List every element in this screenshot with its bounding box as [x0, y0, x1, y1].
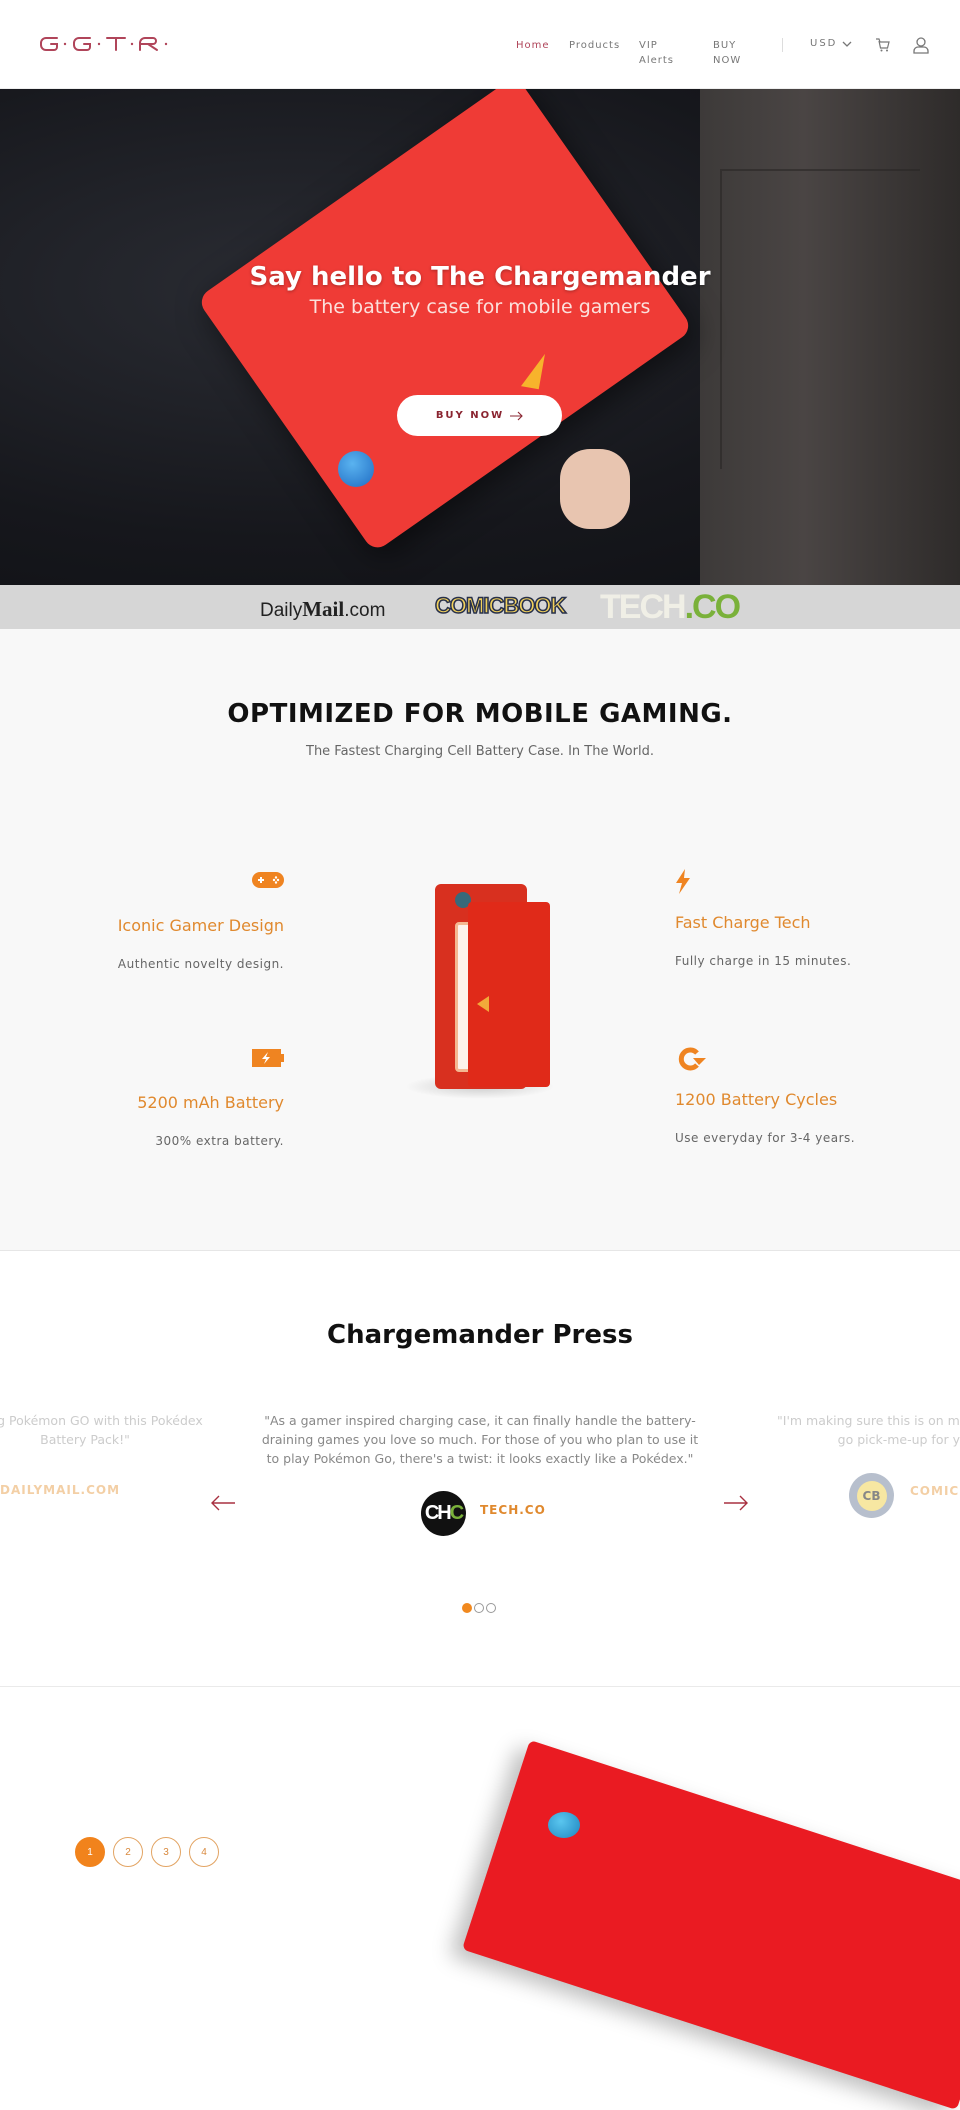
- nav-vip-alerts[interactable]: VIP Alerts: [639, 38, 679, 68]
- feature-title: 1200 Battery Cycles: [675, 1090, 838, 1109]
- carousel-dot-2[interactable]: [474, 1603, 484, 1613]
- dailymail-logo-part1: Daily: [260, 600, 303, 621]
- feature-description: Use everyday for 3-4 years.: [675, 1131, 856, 1145]
- gallery-page-4[interactable]: 4: [189, 1837, 219, 1867]
- carousel-dots: [462, 1603, 496, 1613]
- ggtr-logo[interactable]: [40, 32, 175, 56]
- comicbook-badge-text: CB: [856, 1480, 887, 1511]
- feature-battery-cycles: 1200 Battery Cycles Use everyday for 3-4…: [675, 1046, 915, 1145]
- nav-products[interactable]: Products: [569, 38, 620, 53]
- hero-buy-now-button[interactable]: BUY NOW: [397, 395, 562, 436]
- feature-title: Iconic Gamer Design: [117, 916, 284, 935]
- quote-line: "I'm making sure this is on me at all ti: [777, 1413, 960, 1428]
- quote-line: Battery Pack!": [40, 1432, 130, 1447]
- feature-description: Authentic novelty design.: [117, 957, 284, 971]
- feature-description: 300% extra battery.: [155, 1134, 284, 1148]
- comicbook-logo[interactable]: COMICBOOK: [434, 592, 567, 619]
- arrow-right-icon: [510, 411, 523, 420]
- site-header: Home Products VIP Alerts BUY NOW USD: [0, 0, 960, 89]
- gallery-page-1[interactable]: 1: [75, 1837, 105, 1867]
- techco-logo-part2: .CO: [684, 588, 741, 626]
- techco-badge: CH C: [421, 1491, 466, 1536]
- comicbook-badge: CB: [849, 1473, 894, 1518]
- product-image: [435, 884, 550, 1089]
- chevron-down-icon[interactable]: [842, 40, 852, 48]
- quote-line: laying Pokémon GO with this Pokédex: [0, 1413, 203, 1428]
- refresh-icon: [678, 1047, 706, 1071]
- arrow-left-icon[interactable]: [210, 1494, 236, 1512]
- hero-buy-now-label: BUY NOW: [435, 410, 505, 421]
- features-section: OPTIMIZED FOR MOBILE GAMING. The Fastest…: [0, 629, 960, 1251]
- quote-line: draining games you love so much. For tho…: [261, 1432, 699, 1447]
- dailymail-logo-part3: .com: [344, 600, 386, 621]
- lightning-icon: [676, 869, 690, 894]
- feature-battery: 5200 mAh Battery 300% extra battery.: [44, 1049, 284, 1148]
- quote-line: "As a gamer inspired charging case, it c…: [264, 1413, 696, 1428]
- quote-line: go pick-me-up for y: [837, 1432, 960, 1447]
- user-icon[interactable]: [913, 36, 929, 54]
- arrow-right-icon[interactable]: [723, 1494, 749, 1512]
- press-quote-next: "I'm making sure this is on me at all ti…: [735, 1411, 960, 1449]
- cart-icon[interactable]: [875, 37, 891, 53]
- nav-divider: [782, 38, 783, 52]
- gallery-product-image: [462, 1740, 960, 2110]
- hero-coat-pocket: [720, 169, 920, 469]
- press-quote-prev: laying Pokémon GO with this Pokédex Batt…: [0, 1411, 230, 1449]
- press-source-techco[interactable]: TECH.CO: [480, 1503, 546, 1517]
- feature-title: Fast Charge Tech: [675, 913, 811, 932]
- feature-description: Fully charge in 15 minutes.: [675, 954, 852, 968]
- press-source-dailymail[interactable]: DAILYMAIL.COM: [0, 1483, 120, 1497]
- press-quote-active: "As a gamer inspired charging case, it c…: [260, 1411, 700, 1468]
- techco-logo-part1: TECH: [600, 588, 687, 626]
- device-button-icon: [338, 451, 374, 487]
- device-button-icon: [548, 1812, 580, 1838]
- hero-hand-fingers: [560, 449, 630, 529]
- feature-iconic-design: Iconic Gamer Design Authentic novelty de…: [44, 872, 284, 971]
- hero-title: Say hello to The Chargemander: [249, 262, 711, 292]
- features-subtitle: The Fastest Charging Cell Battery Case. …: [306, 744, 654, 759]
- section-divider: [0, 1686, 960, 1687]
- currency-selector[interactable]: USD: [810, 38, 837, 49]
- hero-banner: [0, 89, 960, 585]
- dailymail-logo[interactable]: DailyMail.com: [260, 597, 385, 622]
- quote-line: to play Pokémon Go, there's a twist: it …: [266, 1451, 694, 1466]
- features-title: OPTIMIZED FOR MOBILE GAMING.: [227, 699, 733, 729]
- press-source-comicbook[interactable]: COMICB: [910, 1484, 960, 1498]
- hero-subtitle: The battery case for mobile gamers: [309, 296, 651, 318]
- gallery-page-3[interactable]: 3: [151, 1837, 181, 1867]
- nav-buy-now[interactable]: BUY NOW: [713, 38, 753, 68]
- battery-charging-icon: [252, 1049, 284, 1067]
- techco-logo[interactable]: TECH.CO: [600, 588, 741, 627]
- gallery-pager: 1 2 3 4: [75, 1837, 219, 1867]
- carousel-dot-3[interactable]: [486, 1603, 496, 1613]
- feature-fast-charge: Fast Charge Tech Fully charge in 15 minu…: [675, 869, 915, 968]
- gamepad-icon: [252, 872, 284, 888]
- device-triangle-icon: [477, 996, 489, 1012]
- carousel-dot-1[interactable]: [462, 1603, 472, 1613]
- feature-title: 5200 mAh Battery: [137, 1093, 284, 1112]
- gallery-page-2[interactable]: 2: [113, 1837, 143, 1867]
- press-title: Chargemander Press: [327, 1320, 633, 1350]
- nav-home[interactable]: Home: [516, 38, 550, 53]
- dailymail-logo-part2: Mail: [302, 597, 345, 621]
